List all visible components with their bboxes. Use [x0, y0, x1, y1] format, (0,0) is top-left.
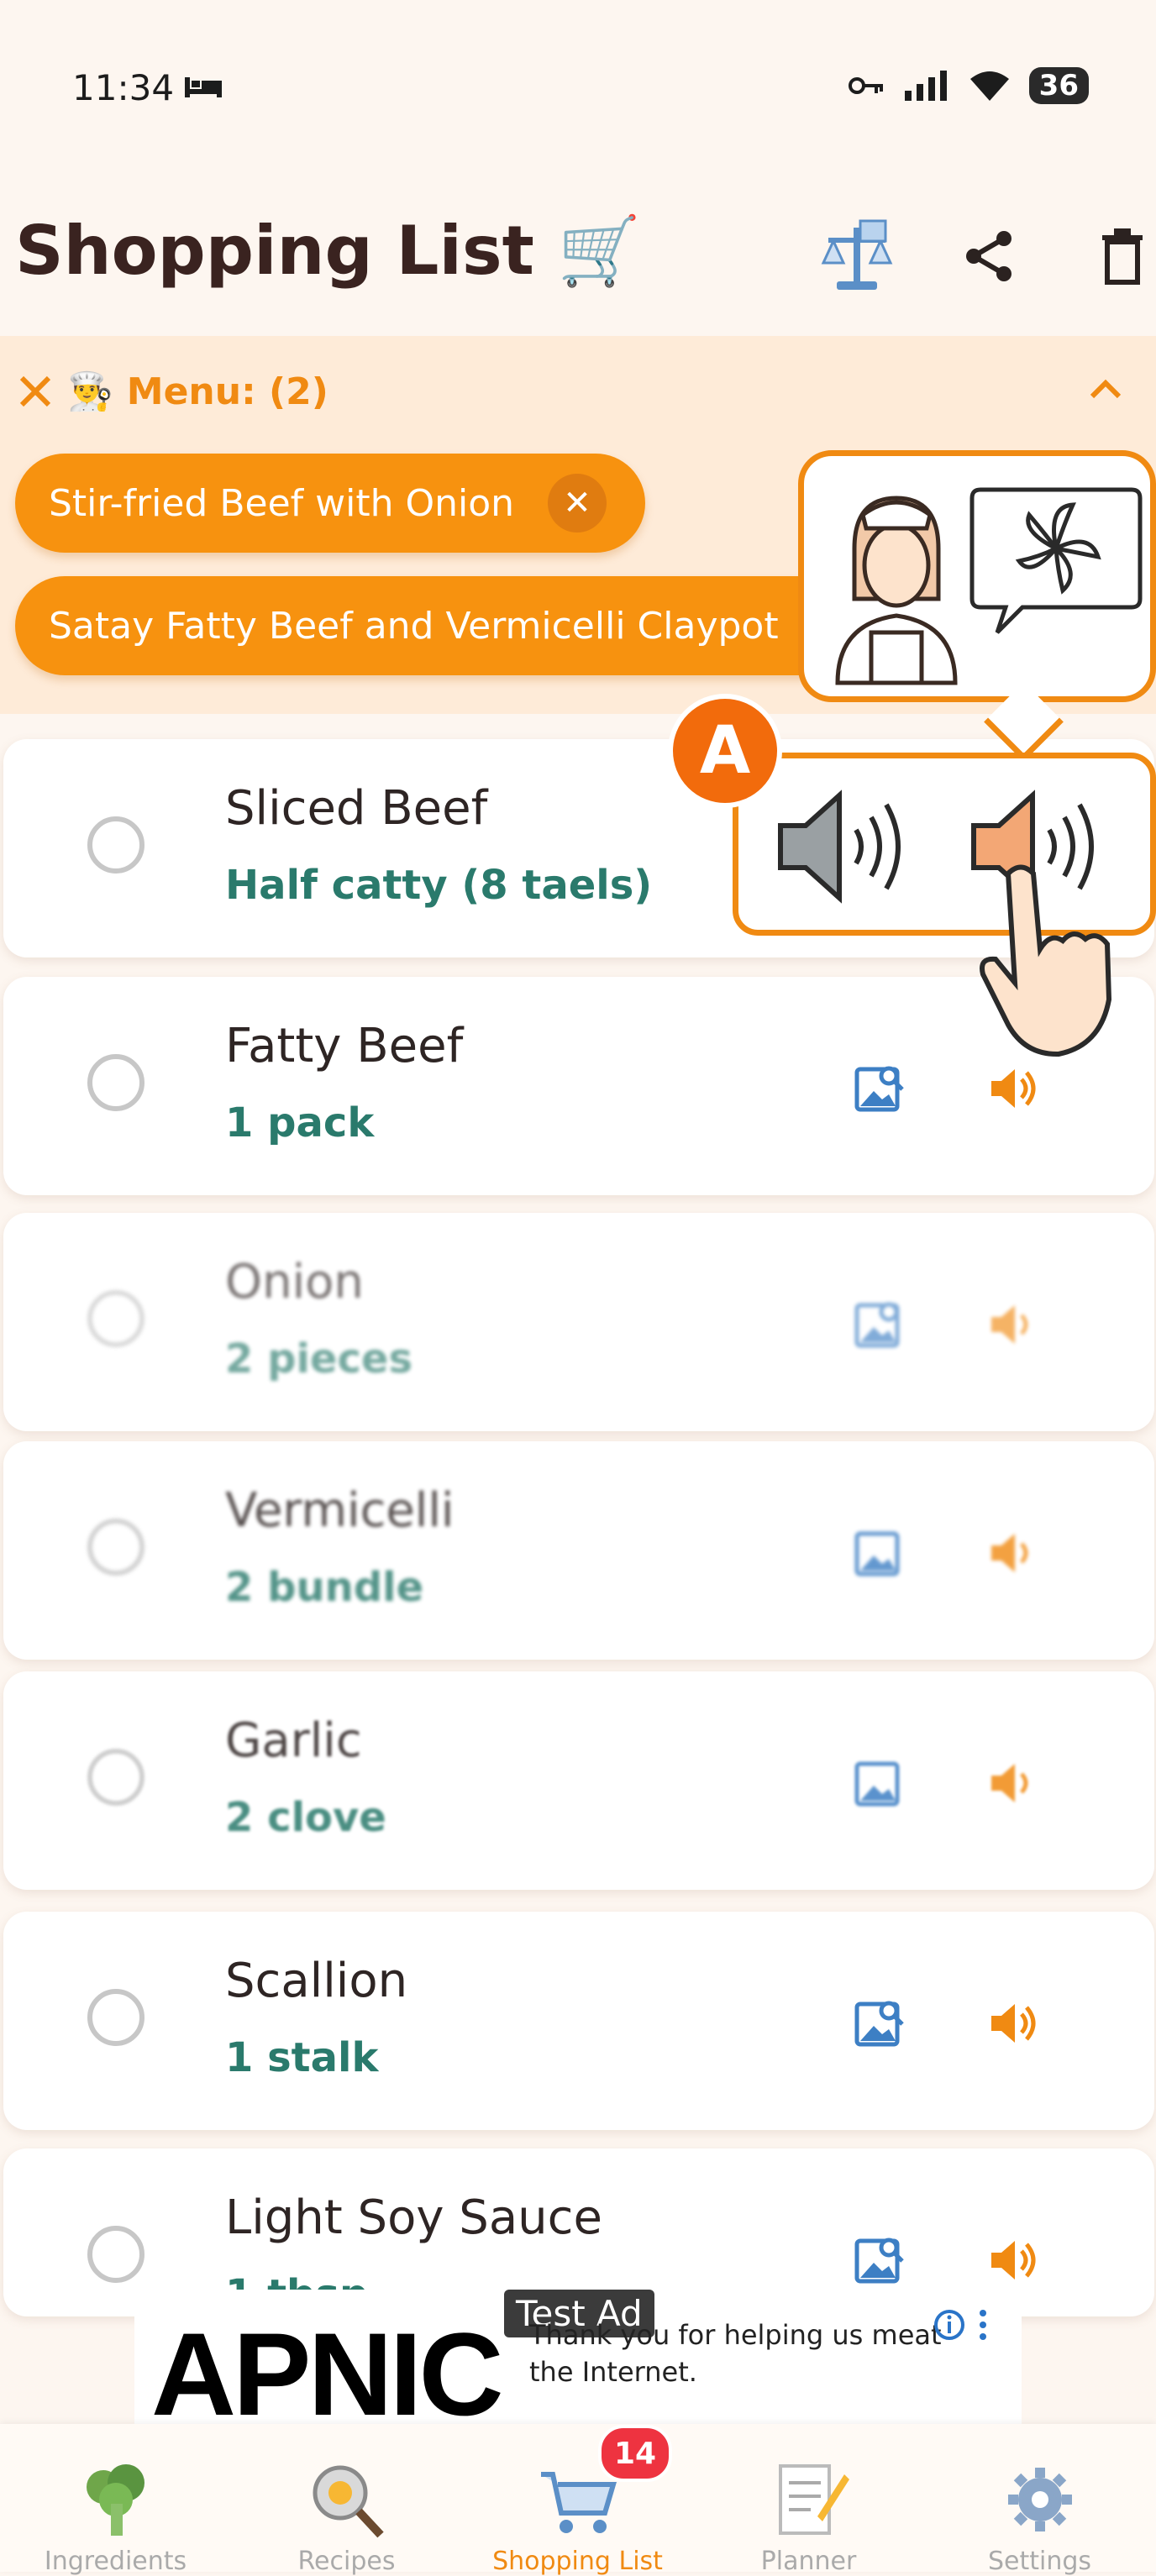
check-circle[interactable]: [87, 816, 144, 874]
page-title: Shopping List 🛒: [15, 212, 642, 290]
image-search-icon[interactable]: [852, 1525, 907, 1581]
gear-icon: [1007, 2468, 1072, 2531]
check-circle[interactable]: [87, 1054, 144, 1111]
item-name: Onion: [225, 1255, 364, 1309]
unit-converter-button[interactable]: [815, 214, 899, 298]
close-icon[interactable]: ✕: [548, 474, 607, 533]
broccoli-icon: [86, 2464, 144, 2536]
image-search-icon[interactable]: [852, 1996, 907, 2051]
tap-hand-icon: [980, 864, 1112, 1057]
speaker-icon[interactable]: [986, 2232, 1042, 2288]
check-circle[interactable]: [87, 1989, 144, 2046]
speaker-icon[interactable]: [986, 1525, 1042, 1581]
bottom-navigation: Ingredients Recipes Shopping List Planne…: [0, 2424, 1156, 2576]
ad-logo: APNIC: [151, 2308, 504, 2440]
list-item[interactable]: Garlic 2 clove: [3, 1671, 1154, 1890]
speaker-outline-icon: [778, 790, 901, 904]
app-header: Shopping List 🛒: [0, 193, 1156, 336]
share-button[interactable]: [948, 214, 1032, 298]
battery-indicator: 36: [1028, 67, 1089, 104]
helper-icon: [835, 496, 958, 685]
item-name: Fatty Beef: [225, 1019, 464, 1073]
check-circle[interactable]: [87, 1290, 144, 1347]
item-name: Scallion: [225, 1954, 408, 2008]
trash-icon: [1102, 228, 1143, 285]
item-quantity: 2 clove: [225, 1794, 386, 1841]
tutorial-bubble: [798, 450, 1156, 702]
tutorial-step-badge: A: [668, 694, 782, 808]
speaker-icon[interactable]: [986, 1297, 1042, 1352]
chevron-up-icon[interactable]: [1089, 378, 1122, 400]
item-name: Vermicelli: [225, 1483, 455, 1538]
item-name: Light Soy Sauce: [225, 2190, 602, 2245]
check-circle[interactable]: [87, 1749, 144, 1806]
share-icon: [966, 231, 1012, 281]
item-quantity: 2 pieces: [225, 1335, 413, 1382]
image-search-icon[interactable]: [852, 2232, 907, 2288]
list-item[interactable]: Scallion 1 stalk: [3, 1912, 1154, 2130]
menu-label: Menu: (2): [126, 370, 328, 413]
hong-kong-flag-icon: [969, 487, 1143, 634]
ad-banner[interactable]: APNIC Test Ad Thank you for helping us m…: [134, 2290, 1022, 2440]
menu-chip[interactable]: Satay Fatty Beef and Vermicelli Claypot: [15, 576, 855, 675]
memo-icon: [778, 2464, 849, 2535]
bed-icon: [185, 77, 222, 97]
frying-pan-icon: [313, 2465, 384, 2538]
wifi-icon: [969, 71, 1009, 101]
ad-text: Thank you for helping us meat the Intern…: [529, 2319, 942, 2388]
cart-count-badge: 14: [598, 2425, 672, 2482]
menu-chip-label: Satay Fatty Beef and Vermicelli Claypot: [49, 604, 779, 648]
speaker-icon[interactable]: [986, 1061, 1042, 1116]
check-circle[interactable]: [87, 2226, 144, 2283]
image-search-icon[interactable]: [852, 1297, 907, 1352]
menu-chip[interactable]: Stir-fried Beef with Onion ✕: [15, 454, 645, 553]
speaker-icon[interactable]: [986, 1755, 1042, 1811]
status-time: 11:34: [72, 67, 175, 108]
item-quantity: 1 stalk: [225, 2034, 379, 2081]
item-quantity: 1 pack: [225, 1099, 375, 1146]
item-quantity: Half catty (8 taels): [225, 862, 653, 909]
utensils-icon: [19, 375, 51, 407]
list-item[interactable]: Onion 2 pieces: [3, 1213, 1154, 1431]
nav-item-planner[interactable]: Planner: [693, 2424, 924, 2576]
nav-item-recipes[interactable]: Recipes: [231, 2424, 462, 2576]
check-circle[interactable]: [87, 1519, 144, 1576]
list-item[interactable]: Vermicelli 2 bundle: [3, 1441, 1154, 1660]
image-search-icon[interactable]: [852, 1061, 907, 1116]
scale-icon: [821, 219, 893, 290]
key-icon: [848, 77, 883, 94]
nav-item-settings[interactable]: Settings: [924, 2424, 1155, 2576]
menu-chip-label: Stir-fried Beef with Onion: [49, 481, 515, 525]
delete-button[interactable]: [1080, 214, 1156, 298]
signal-icon: [904, 71, 947, 101]
chef-icon: 👨‍🍳: [67, 370, 113, 413]
more-options-icon[interactable]: [975, 2308, 991, 2342]
info-icon[interactable]: [933, 2308, 966, 2342]
nav-item-ingredients[interactable]: Ingredients: [0, 2424, 231, 2576]
item-quantity: 2 bundle: [225, 1564, 424, 1611]
image-search-icon[interactable]: [852, 1755, 907, 1811]
speaker-icon[interactable]: [986, 1996, 1042, 2051]
menu-header[interactable]: 👨‍🍳 Menu: (2): [17, 370, 328, 413]
item-name: Garlic: [225, 1713, 362, 1768]
item-name: Sliced Beef: [225, 781, 488, 836]
status-bar: 11:34 36: [0, 0, 1156, 176]
